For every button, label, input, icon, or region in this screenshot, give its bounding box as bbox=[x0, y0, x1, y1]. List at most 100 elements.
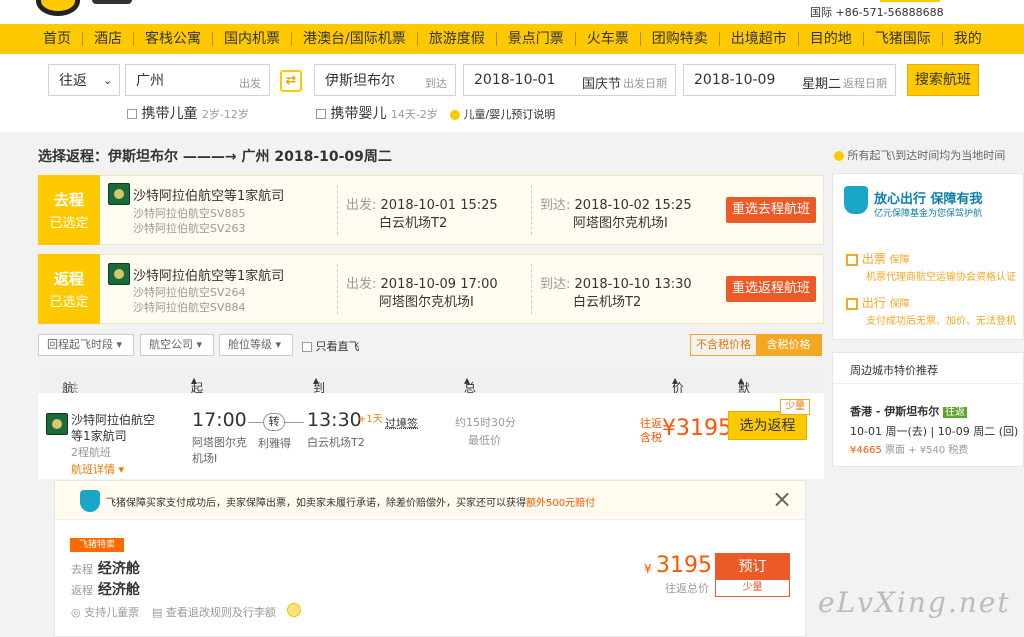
ticket-guarantee-title: 出票 保障 bbox=[846, 250, 910, 267]
child-ticket-support: ◎ 支持儿童票 bbox=[71, 606, 140, 619]
page-title: 选择返程：伊斯坦布尔 ———→ 广州 2018-10-09周二 bbox=[38, 149, 392, 165]
direct-only-option[interactable]: 只看直飞 bbox=[302, 338, 360, 354]
nav-item[interactable]: 团购特卖 bbox=[641, 32, 720, 46]
select-return-button[interactable]: 选为返程 bbox=[728, 411, 807, 440]
result-dep-airport-1: 阿塔图尔克 bbox=[192, 436, 247, 449]
saudia-logo-icon bbox=[108, 263, 130, 285]
depart-date-hint: 出发日期 bbox=[623, 77, 667, 90]
refund-rules-link[interactable]: ▤ 查看退改规则及行李额 bbox=[152, 604, 276, 620]
infant-checkbox[interactable] bbox=[316, 109, 326, 119]
outbound-dep-time: 出发: 2018-10-01 15:25 bbox=[346, 198, 498, 213]
result-dep-time: 17:00 bbox=[192, 409, 247, 431]
result-arr-time: 13:30 bbox=[307, 409, 362, 431]
check-icon bbox=[846, 253, 858, 266]
travel-guarantee-text: 支付成功后无票、加价、无法登机 bbox=[866, 316, 1016, 327]
reselect-outbound-button[interactable]: 重选去程航班 bbox=[726, 197, 816, 223]
price-label-tax: 含税 bbox=[640, 431, 662, 444]
sort-price[interactable]: 价格 ▴ bbox=[672, 373, 684, 412]
flight-details-link[interactable]: 航班详情 ▾ bbox=[71, 461, 124, 477]
nav-item[interactable]: 飞猪国际 bbox=[864, 32, 943, 46]
nav-item[interactable]: 客栈公寓 bbox=[134, 32, 213, 46]
nearby-route[interactable]: 香港 - 伊斯坦布尔 往返 bbox=[850, 403, 968, 419]
guarantee-text: 飞猪保障买家支付成功后，卖家保障出票，如卖家未履行承诺，除差价赔偿外，买家还可以… bbox=[106, 498, 596, 509]
nav-item[interactable]: 出境超市 bbox=[720, 32, 799, 46]
result-arr-airport: 白云机场T2 bbox=[307, 436, 365, 449]
result-airline-1: 沙特阿拉伯航空 bbox=[71, 413, 156, 427]
direct-only-checkbox[interactable] bbox=[302, 342, 312, 352]
child-info-link[interactable]: 儿童/婴儿预订说明 bbox=[450, 106, 555, 122]
from-city-hint: 出发 bbox=[239, 77, 261, 90]
inbound-arr-time: 到达: 2018-10-10 13:30 bbox=[540, 277, 692, 292]
close-icon[interactable]: × bbox=[772, 484, 792, 514]
detail-price-note: 往返总价 bbox=[665, 582, 709, 595]
return-date-hint: 返程日期 bbox=[843, 77, 887, 90]
transit-visa-tag[interactable]: 过境签 bbox=[385, 415, 418, 431]
nav-item[interactable]: 国内机票 bbox=[213, 32, 292, 46]
reselect-inbound-button[interactable]: 重选返程航班 bbox=[726, 276, 816, 302]
sort-arr-time[interactable]: 到达时间 ▴ bbox=[313, 373, 325, 446]
main-nav: 首页 酒店 客栈公寓 国内机票 港澳台/国际机票 旅游度假 景点门票 火车票 团… bbox=[0, 24, 1024, 54]
outbound-airline: 沙特阿拉伯航空等1家航司 bbox=[133, 189, 285, 204]
divider bbox=[531, 185, 532, 235]
book-button-label: 预订 bbox=[716, 554, 789, 580]
chevron-down-icon: ⌄ bbox=[103, 73, 113, 87]
depart-date-note: 国庆节 bbox=[582, 77, 622, 92]
transfer-icon: 转 bbox=[263, 413, 285, 431]
outbound-arr-airport: 阿塔图尔克机场I bbox=[573, 216, 668, 231]
child-age: 2岁-12岁 bbox=[201, 108, 249, 121]
return-date-input[interactable]: 2018-10-09 星期二 返程日期 bbox=[683, 64, 896, 96]
swap-cities-icon[interactable]: ⇄ bbox=[280, 70, 302, 92]
inbound-badge: 返程 已选定 bbox=[38, 254, 100, 324]
result-legs: 2程航班 bbox=[71, 446, 111, 459]
book-button[interactable]: 预订 少量 bbox=[715, 553, 790, 597]
sort-dep-time[interactable]: 起飞时间 ▴ bbox=[191, 373, 203, 446]
return-date-note: 星期二 bbox=[802, 77, 842, 92]
to-city-input[interactable]: 伊斯坦布尔 到达 bbox=[314, 64, 456, 96]
info-icon bbox=[450, 110, 460, 120]
tax-excluded-button[interactable]: 不含税价格 bbox=[691, 335, 756, 355]
inbound-airline: 沙特阿拉伯航空等1家航司 bbox=[133, 269, 285, 284]
inbound-dep-time: 出发: 2018-10-09 17:00 bbox=[346, 277, 498, 292]
inbound-flight-1: 沙特阿拉伯航空SV264 bbox=[133, 286, 246, 299]
result-dep-airport-2: 机场I bbox=[192, 452, 218, 465]
filter-return-time[interactable]: 回程起飞时段 ▾ bbox=[38, 334, 134, 356]
child-info-text: 儿童/婴儿预订说明 bbox=[463, 108, 556, 121]
nearby-deals-title: 周边城市特价推荐 bbox=[850, 364, 938, 377]
infant-option[interactable]: 携带婴儿 14天-2岁 bbox=[316, 103, 438, 123]
nav-item[interactable]: 火车票 bbox=[576, 32, 641, 46]
nav-item[interactable]: 港澳台/国际机票 bbox=[292, 32, 418, 46]
lowest-price-tag: 最低价 bbox=[468, 434, 501, 447]
trip-type-select[interactable]: 往返 ⌄ bbox=[48, 64, 120, 96]
nav-item[interactable]: 景点门票 bbox=[497, 32, 576, 46]
child-checkbox[interactable] bbox=[127, 109, 137, 119]
outbound-arr-time: 到达: 2018-10-02 15:25 bbox=[540, 198, 692, 213]
from-city-input[interactable]: 广州 出发 bbox=[125, 64, 270, 96]
nav-item[interactable]: 酒店 bbox=[83, 32, 134, 46]
outbound-badge-title: 去程 bbox=[53, 191, 84, 209]
tax-included-button[interactable]: 含税价格 bbox=[756, 335, 821, 355]
nearby-price: ¥4665 票面 + ¥540 税费 bbox=[850, 445, 969, 456]
filter-cabin[interactable]: 舱位等级 ▾ bbox=[219, 334, 293, 356]
sort-duration[interactable]: 总耗时 ▴ bbox=[464, 373, 476, 429]
inbound-badge-status: 已选定 bbox=[49, 295, 89, 310]
outbound-cabin: 去程 经济舱 bbox=[71, 561, 140, 577]
detail-price: 3195 bbox=[656, 553, 712, 578]
divider bbox=[337, 264, 338, 314]
to-city-hint: 到达 bbox=[425, 77, 447, 90]
nav-item[interactable]: 旅游度假 bbox=[418, 32, 497, 46]
nav-item[interactable]: 首页 bbox=[32, 32, 83, 46]
nav-item[interactable]: 目的地 bbox=[799, 32, 864, 46]
timezone-text: 所有起飞\到达时间均为当地时间 bbox=[847, 149, 1006, 162]
filter-airline[interactable]: 航空公司 ▾ bbox=[140, 334, 214, 356]
outbound-dep-airport: 白云机场T2 bbox=[379, 216, 448, 231]
transfer-city: 利雅得 bbox=[258, 437, 291, 450]
search-flights-button[interactable]: 搜索航班 bbox=[907, 64, 979, 96]
outbound-flight-1: 沙特阿拉伯航空SV885 bbox=[133, 207, 246, 220]
sort-default[interactable]: 默认排序 ▴ bbox=[738, 373, 750, 446]
depart-date-input[interactable]: 2018-10-01 国庆节 出发日期 bbox=[463, 64, 676, 96]
timezone-note: 所有起飞\到达时间均为当地时间 bbox=[834, 147, 1005, 163]
info-icon bbox=[834, 151, 844, 161]
nearby-dates: 10-01 周一(去) | 10-09 周二 (回) bbox=[850, 425, 1019, 438]
nav-item[interactable]: 我的 bbox=[943, 32, 988, 46]
child-option[interactable]: 携带儿童 2岁-12岁 bbox=[127, 103, 249, 123]
